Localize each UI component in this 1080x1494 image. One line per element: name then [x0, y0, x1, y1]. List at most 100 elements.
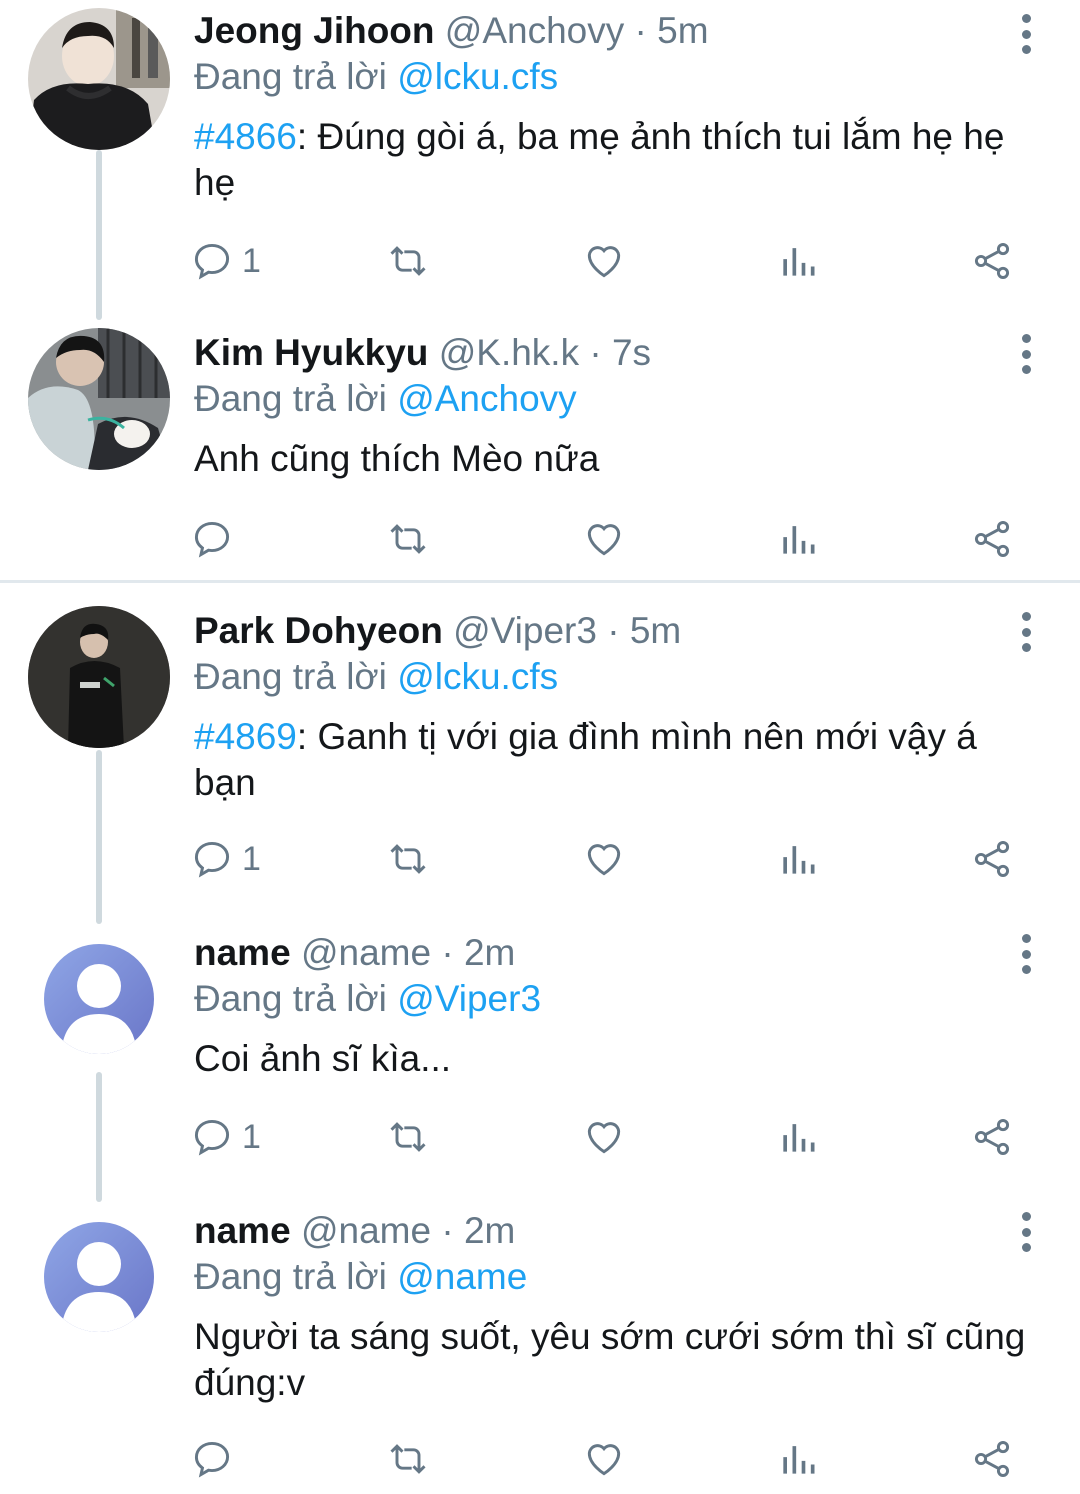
reply-button[interactable]: 1 [190, 834, 261, 884]
replying-to-label: Đang trả lời [194, 1256, 387, 1297]
timestamp[interactable]: 5m [630, 610, 681, 651]
avatar[interactable] [28, 8, 170, 150]
share-button[interactable] [970, 514, 1014, 564]
replying-to-label: Đang trả lời [194, 378, 387, 419]
retweet-button[interactable] [386, 834, 430, 884]
separator-dot: · [441, 932, 454, 973]
tweet-header: Kim Hyukkyu @K.hk.k · 7s [194, 330, 1034, 376]
user-name[interactable]: Kim Hyukkyu [194, 332, 428, 373]
timestamp[interactable]: 5m [657, 10, 708, 51]
replying-to: Đang trả lời @lcku.cfs [194, 54, 1034, 100]
reply-icon [194, 243, 230, 280]
heart-icon [587, 246, 621, 278]
share-icon [974, 1441, 1010, 1477]
avatar[interactable] [28, 606, 170, 748]
heart-icon [587, 844, 621, 876]
user-name[interactable]: name [194, 1210, 291, 1251]
retweet-button[interactable] [386, 1434, 430, 1484]
share-icon [974, 1119, 1010, 1155]
share-button[interactable] [970, 1434, 1014, 1484]
views-button[interactable] [776, 834, 820, 884]
more-vertical-icon[interactable] [1018, 612, 1034, 652]
user-handle[interactable]: @name [301, 1210, 431, 1251]
reply-button[interactable]: 1 [190, 236, 261, 286]
replying-to-handle[interactable]: @Viper3 [397, 978, 541, 1019]
replying-to-handle[interactable]: @Anchovy [397, 378, 576, 419]
separator-dot: · [589, 332, 602, 373]
share-button[interactable] [970, 834, 1014, 884]
hashtag-link[interactable]: #4866 [194, 116, 297, 157]
tweet-header: name @name · 2m [194, 930, 1034, 976]
replying-to: Đang trả lời @lcku.cfs [194, 654, 1034, 700]
separator-dot: · [441, 1210, 454, 1251]
thread-line [96, 1072, 102, 1202]
reply-count: 1 [242, 839, 261, 878]
reply-count: 1 [242, 241, 261, 280]
retweet-button[interactable] [386, 1112, 430, 1162]
replying-to-handle[interactable]: @name [397, 1256, 527, 1297]
user-name[interactable]: Park Dohyeon [194, 610, 443, 651]
user-name[interactable]: Jeong Jihoon [194, 10, 435, 51]
reply-button[interactable] [190, 514, 242, 564]
like-button[interactable] [582, 1434, 626, 1484]
views-button[interactable] [776, 236, 820, 286]
like-button[interactable] [582, 1112, 626, 1162]
thread-divider [0, 580, 1080, 583]
timestamp[interactable]: 7s [612, 332, 651, 373]
like-button[interactable] [582, 236, 626, 286]
separator-dot: · [607, 610, 620, 651]
retweet-icon [390, 524, 426, 554]
more-vertical-icon[interactable] [1018, 1212, 1034, 1252]
retweet-button[interactable] [386, 236, 430, 286]
replying-to: Đang trả lời @Anchovy [194, 376, 1034, 422]
share-icon [974, 243, 1010, 279]
replying-to-handle[interactable]: @lcku.cfs [397, 656, 558, 697]
more-vertical-icon[interactable] [1018, 334, 1034, 374]
reply-icon [194, 1441, 230, 1478]
share-icon [974, 841, 1010, 877]
views-button[interactable] [776, 1434, 820, 1484]
tweet-header: Jeong Jihoon @Anchovy · 5m [194, 8, 1034, 54]
views-button[interactable] [776, 1112, 820, 1162]
retweet-icon [390, 1122, 426, 1152]
views-icon [783, 1124, 815, 1152]
user-handle[interactable]: @K.hk.k [439, 332, 579, 373]
views-button[interactable] [776, 514, 820, 564]
retweet-icon [390, 1444, 426, 1474]
avatar[interactable] [28, 328, 170, 470]
user-name[interactable]: name [194, 932, 291, 973]
action-bar: 1 [190, 834, 1030, 884]
default-avatar-icon[interactable] [44, 1222, 154, 1332]
heart-icon [587, 1444, 621, 1476]
tweet-text: #4869: Ganh tị với gia đình mình nên mới… [194, 714, 1034, 806]
timestamp[interactable]: 2m [464, 1210, 515, 1251]
retweet-button[interactable] [386, 514, 430, 564]
user-handle[interactable]: @Viper3 [453, 610, 597, 651]
reply-icon [194, 521, 230, 558]
like-button[interactable] [582, 514, 626, 564]
views-icon [783, 1446, 815, 1474]
tweet-text: Người ta sáng suốt, yêu sớm cưới sớm thì… [194, 1316, 1026, 1403]
reply-button[interactable] [190, 1434, 242, 1484]
tweet-body: : Đúng gòi á, ba mẹ ảnh thích tui lắm hẹ… [194, 116, 1005, 203]
tweet-body: : Ganh tị với gia đình mình nên mới vậy … [194, 716, 977, 803]
timestamp[interactable]: 2m [464, 932, 515, 973]
share-icon [974, 521, 1010, 557]
tweet-header: name @name · 2m [194, 1208, 1034, 1254]
more-vertical-icon[interactable] [1018, 14, 1034, 54]
thread-line [96, 150, 102, 320]
share-button[interactable] [970, 236, 1014, 286]
share-button[interactable] [970, 1112, 1014, 1162]
more-vertical-icon[interactable] [1018, 934, 1034, 974]
action-bar [190, 514, 1030, 564]
tweet-text: #4866: Đúng gòi á, ba mẹ ảnh thích tui l… [194, 114, 1034, 206]
replying-to-handle[interactable]: @lcku.cfs [397, 56, 558, 97]
default-avatar-icon[interactable] [44, 944, 154, 1054]
like-button[interactable] [582, 834, 626, 884]
action-bar [190, 1434, 1030, 1484]
heart-icon [587, 524, 621, 556]
reply-button[interactable]: 1 [190, 1112, 261, 1162]
hashtag-link[interactable]: #4869 [194, 716, 297, 757]
user-handle[interactable]: @name [301, 932, 431, 973]
user-handle[interactable]: @Anchovy [445, 10, 624, 51]
